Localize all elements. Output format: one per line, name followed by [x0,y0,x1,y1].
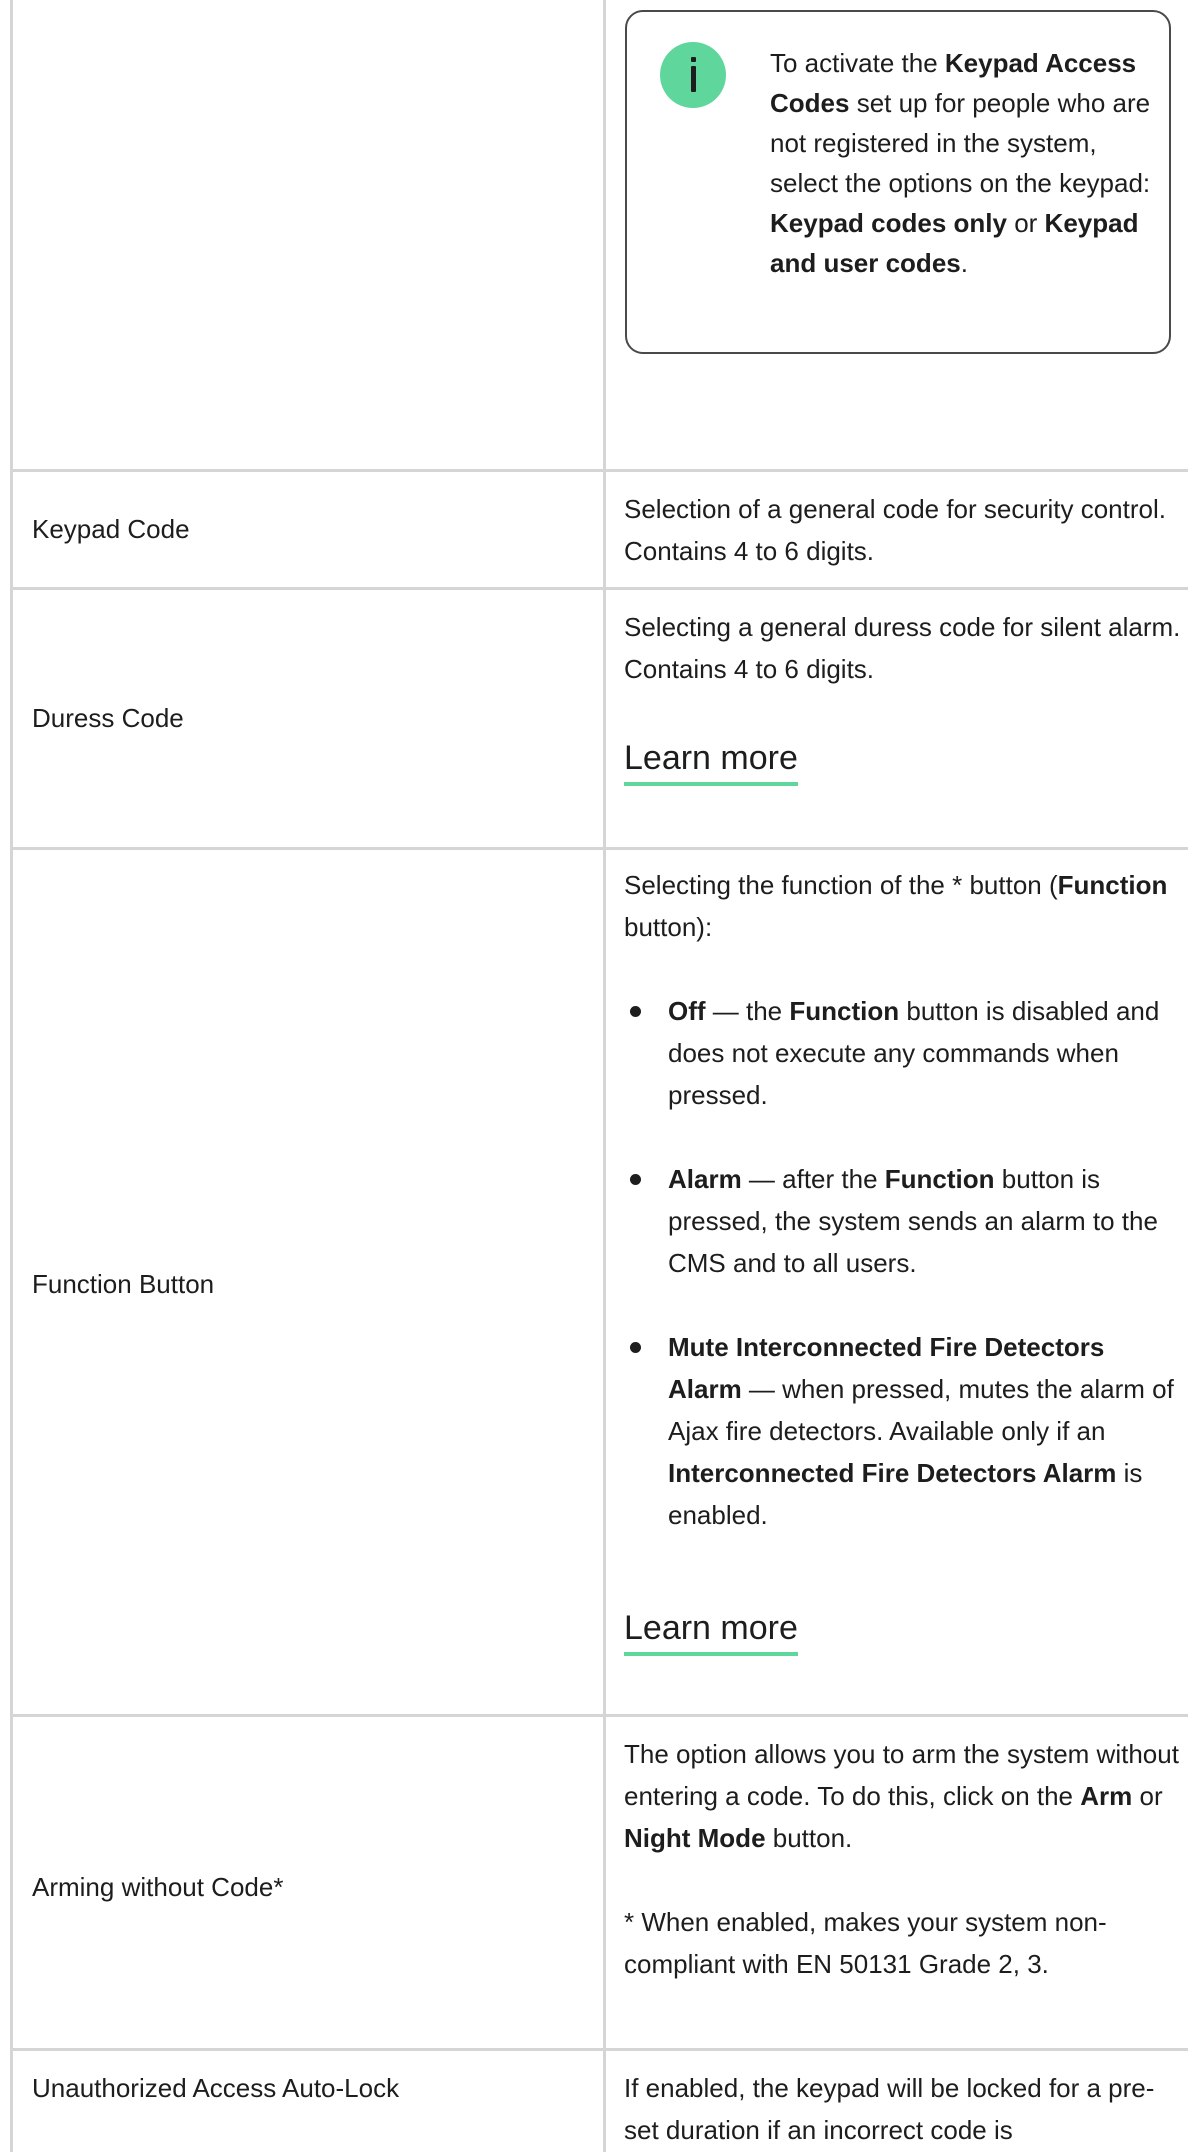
learn-more-link-duress[interactable]: Learn more [624,736,798,786]
setting-desc-duress-code: Selecting a general duress code for sile… [624,612,1181,684]
table-border-left [10,0,13,2152]
setting-desc-auto-lock: If enabled, the keypad will be locked fo… [624,2073,1155,2145]
setting-desc-function-button: Selecting the function of the * button (… [624,864,1184,1578]
arming-desc: The option allows you to arm the system … [624,1739,1179,1853]
table-column-divider [603,0,606,2152]
learn-more-link-function[interactable]: Learn more [624,1606,798,1656]
setting-desc-arming-without-code: The option allows you to arm the system … [624,1733,1184,1985]
row-divider [10,587,1188,590]
function-intro: Selecting the function of the * button (… [624,870,1168,942]
setting-label-arming-without-code: Arming without Code* [32,1872,284,1902]
list-item: Off — the Function button is disabled an… [624,990,1184,1116]
row-divider [10,469,1188,472]
setting-label-function-button: Function Button [32,1269,215,1299]
setting-label-auto-lock: Unauthorized Access Auto-Lock [32,2073,400,2103]
setting-label-keypad-code: Keypad Code [32,514,190,544]
row-divider [10,1714,1188,1717]
info-note: To activate the Keypad Access Codes set … [625,10,1171,354]
row-divider [10,847,1188,850]
function-options-list: Off — the Function button is disabled an… [624,990,1184,1536]
list-item: Alarm — after the Function button is pre… [624,1158,1184,1284]
setting-desc-keypad-code: Selection of a general code for security… [624,494,1166,566]
arming-compliance-note: * When enabled, makes your system non-co… [624,1907,1107,1979]
info-icon [660,42,726,108]
info-note-text: To activate the Keypad Access Codes set … [770,48,1151,278]
row-divider [10,2048,1188,2051]
setting-label-duress-code: Duress Code [32,703,184,733]
list-item: Mute Interconnected Fire Detectors Alarm… [624,1326,1184,1536]
